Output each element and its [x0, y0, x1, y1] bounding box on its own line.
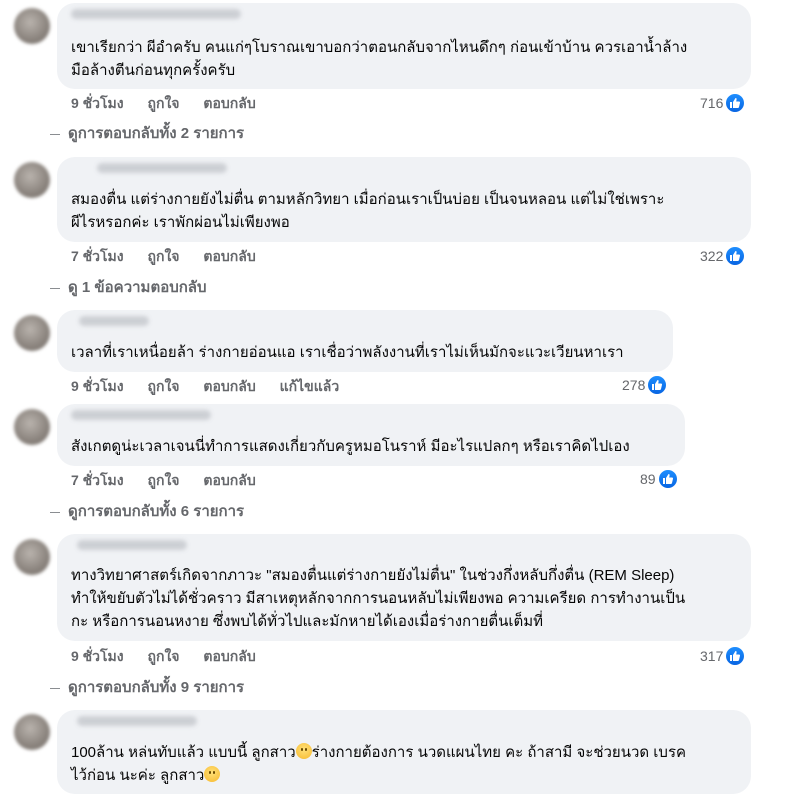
reaction-number: 322: [700, 248, 724, 264]
comment-text: สังเกตดูน่ะเวลาเจนนี่ทำการแสดงเกี่ยวกับค…: [71, 438, 630, 455]
view-replies-label: ดูการตอบกลับทั้ง 2 รายการ: [68, 125, 245, 142]
reply-button[interactable]: ตอบกลับ: [203, 95, 255, 111]
avatar[interactable]: [14, 539, 50, 575]
avatar[interactable]: [14, 714, 50, 750]
comment-actions: 9 ชั่วโมง ถูกใจ ตอบกลับ แก้ไขแล้ว: [71, 376, 359, 396]
comment-bubble: สังเกตดูน่ะเวลาเจนนี่ทำการแสดงเกี่ยวกับค…: [57, 404, 685, 466]
reaction-count[interactable]: 322: [700, 246, 746, 266]
reply-connector-line: [50, 133, 60, 135]
view-replies-link[interactable]: ดูการตอบกลับทั้ง 9 รายการ: [50, 678, 244, 698]
timestamp-link[interactable]: 7 ชั่วโมง: [71, 472, 124, 488]
comment-actions: 7 ชั่วโมง ถูกใจ ตอบกลับ: [71, 246, 276, 266]
view-replies-label: ดูการตอบกลับทั้ง 9 รายการ: [68, 679, 245, 696]
like-button[interactable]: ถูกใจ: [148, 248, 180, 264]
avatar[interactable]: [14, 409, 50, 445]
comment-bubble: 100ล้าน หล่นทับแล้ว แบบนี้ ลูกสาว ร่างกาย…: [57, 710, 751, 794]
reply-button[interactable]: ตอบกลับ: [203, 472, 255, 488]
like-reaction-icon: [657, 469, 678, 489]
hushed-face-emoji-icon: [295, 743, 312, 759]
author-name-blurred[interactable]: [71, 9, 241, 19]
comment-bubble: สมองตื่น แต่ร่างกายยังไม่ตื่น ตามหลักวิท…: [57, 157, 751, 242]
avatar[interactable]: [14, 315, 50, 351]
view-replies-link[interactable]: ดูการตอบกลับทั้ง 2 รายการ: [50, 124, 244, 144]
view-replies-label: ดูการตอบกลับทั้ง 6 รายการ: [68, 503, 245, 520]
like-button[interactable]: ถูกใจ: [148, 378, 180, 394]
timestamp-link[interactable]: 9 ชั่วโมง: [71, 648, 124, 664]
comment-bubble: เวลาที่เราเหนื่อยล้า ร่างกายอ่อนแอ เราเช…: [57, 310, 673, 372]
reaction-number: 317: [700, 648, 724, 664]
reply-connector-line: [50, 511, 60, 513]
reaction-count[interactable]: 317: [700, 646, 746, 666]
author-name-blurred[interactable]: [71, 410, 211, 420]
comment-text: 100ล้าน หล่นทับแล้ว แบบนี้ ลูกสาว ร่างกาย…: [71, 741, 741, 787]
comment-bubble: ทางวิทยาศาสตร์เกิดจากภาวะ "สมองตื่นแต่ร่…: [57, 534, 751, 641]
reaction-count[interactable]: 278: [622, 375, 668, 395]
comment-text-part: ร่างกายต้องการ นวดแผนไทย คะ ถ้าสามี จะช่…: [311, 744, 687, 761]
comment-text: เขาเรียกว่า ผีอำครับ คนแก่ๆโบราณเขาบอกว่…: [71, 39, 688, 79]
like-button[interactable]: ถูกใจ: [148, 95, 180, 111]
comment-text-part: 100ล้าน หล่นทับแล้ว แบบนี้ ลูกสาว: [71, 744, 296, 761]
like-reaction-icon: [725, 93, 746, 113]
like-reaction-icon: [647, 375, 668, 395]
view-replies-link[interactable]: ดูการตอบกลับทั้ง 6 รายการ: [50, 502, 244, 522]
comment-text: ทางวิทยาศาสตร์เกิดจากภาวะ "สมองตื่นแต่ร่…: [71, 567, 686, 630]
edited-label: แก้ไขแล้ว: [279, 378, 340, 394]
avatar[interactable]: [14, 162, 50, 198]
author-name-blurred[interactable]: [97, 163, 227, 173]
reply-button[interactable]: ตอบกลับ: [203, 248, 255, 264]
reply-connector-line: [50, 687, 60, 689]
view-replies-link[interactable]: ดู 1 ข้อความตอบกลับ: [50, 278, 207, 298]
reaction-count[interactable]: 716: [700, 93, 746, 113]
avatar[interactable]: [14, 8, 50, 44]
comment-actions: 9 ชั่วโมง ถูกใจ ตอบกลับ: [71, 93, 276, 113]
reaction-number: 278: [622, 377, 646, 393]
timestamp-link[interactable]: 7 ชั่วโมง: [71, 248, 124, 264]
comment-bubble: เขาเรียกว่า ผีอำครับ คนแก่ๆโบราณเขาบอกว่…: [57, 3, 751, 89]
reply-button[interactable]: ตอบกลับ: [203, 648, 255, 664]
timestamp-link[interactable]: 9 ชั่วโมง: [71, 95, 124, 111]
comment-actions: 9 ชั่วโมง ถูกใจ ตอบกลับ: [71, 646, 276, 666]
like-button[interactable]: ถูกใจ: [148, 472, 180, 488]
hushed-face-emoji-icon: [204, 766, 221, 782]
reaction-number: 89: [640, 471, 656, 487]
reply-button[interactable]: ตอบกลับ: [203, 378, 255, 394]
view-replies-label: ดู 1 ข้อความตอบกลับ: [68, 279, 207, 296]
comment-actions: 7 ชั่วโมง ถูกใจ ตอบกลับ: [71, 470, 276, 490]
reaction-count[interactable]: 89: [640, 469, 678, 489]
like-reaction-icon: [725, 646, 746, 666]
comment-text: เวลาที่เราเหนื่อยล้า ร่างกายอ่อนแอ เราเช…: [71, 344, 624, 361]
comment-text: สมองตื่น แต่ร่างกายยังไม่ตื่น ตามหลักวิท…: [71, 191, 665, 231]
author-name-blurred[interactable]: [77, 716, 197, 726]
timestamp-link[interactable]: 9 ชั่วโมง: [71, 378, 124, 394]
like-button[interactable]: ถูกใจ: [148, 648, 180, 664]
author-name-blurred[interactable]: [79, 316, 149, 326]
comment-text-part: ไว้ก่อน นะค่ะ ลูกสาว: [71, 767, 205, 784]
author-name-blurred[interactable]: [77, 540, 187, 550]
reply-connector-line: [50, 287, 60, 289]
reaction-number: 716: [700, 95, 724, 111]
like-reaction-icon: [725, 246, 746, 266]
